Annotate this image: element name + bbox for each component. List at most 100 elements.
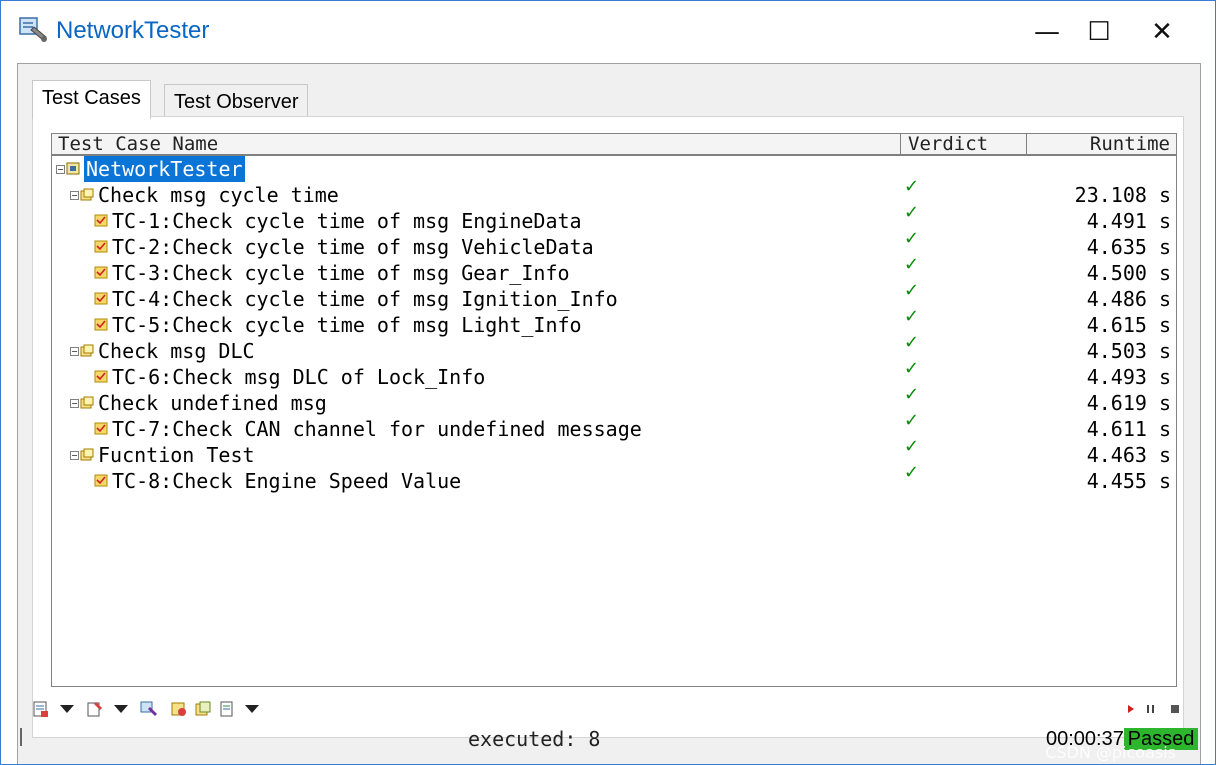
tree-node-label[interactable]: Check msg cycle time	[98, 182, 339, 208]
maximize-button[interactable]: ☐	[1079, 15, 1119, 49]
tree-node-label[interactable]: TC-2:Check cycle time of msg VehicleData	[112, 234, 594, 260]
tree-testcase-row[interactable]: TC-3:Check cycle time of msg Gear_Info ✓ 4…	[52, 254, 1176, 286]
close-button[interactable]: ✕	[1142, 15, 1182, 49]
tree-testcase-row[interactable]: TC-1:Check cycle time of msg EngineData ✓…	[52, 202, 1176, 234]
app-window: NetworkTester — ☐ ✕ Test Cases Test Obse…	[0, 0, 1216, 765]
tab-test-observer[interactable]: Test Observer	[164, 84, 309, 120]
runtime-value: 4.463 s	[1086, 443, 1171, 467]
column-test-case-name[interactable]: Test Case Name	[58, 134, 218, 155]
pause-icon[interactable]	[1142, 700, 1160, 718]
group-stop-icon[interactable]	[170, 700, 188, 718]
tree-group-row[interactable]: − Fucntion Test ✓ 4.463 s	[52, 436, 1176, 468]
column-runtime[interactable]: Runtime	[1090, 134, 1170, 155]
group-copy-icon[interactable]	[194, 700, 212, 718]
play-icon[interactable]	[1122, 700, 1140, 718]
test-case-tree[interactable]: Test Case Name Verdict Runtime − NetworkT…	[51, 133, 1177, 687]
tree-node-label[interactable]: TC-8:Check Engine Speed Value	[112, 468, 461, 494]
window-title: NetworkTester	[56, 17, 210, 44]
watermark: CSDN @picoasis	[1045, 743, 1176, 762]
test-case-icon	[94, 266, 108, 279]
column-divider[interactable]	[900, 134, 901, 154]
test-group-icon	[80, 448, 94, 461]
check-icon: ✓	[904, 332, 920, 353]
check-icon: ✓	[904, 202, 920, 223]
edit-report-icon[interactable]	[86, 700, 104, 718]
tree-testcase-row[interactable]: TC-6:Check msg DLC of Lock_Info ✓ 4.493 s	[52, 358, 1176, 390]
column-header-row: Test Case Name Verdict Runtime	[52, 134, 1176, 156]
tree-node-label[interactable]: TC-4:Check cycle time of msg Ignition_In…	[112, 286, 618, 312]
tree-node-label[interactable]: TC-3:Check cycle time of msg Gear_Info	[112, 260, 570, 286]
test-case-icon	[94, 240, 108, 253]
test-case-icon	[94, 318, 108, 331]
check-icon: ✓	[904, 254, 920, 275]
runtime-value: 4.503 s	[1086, 339, 1171, 363]
tree-node-label[interactable]: Check undefined msg	[98, 390, 327, 416]
minimize-icon: —	[1034, 17, 1060, 47]
expand-collapse-toggle[interactable]: −	[70, 347, 79, 356]
tree-node-label[interactable]: TC-7:Check CAN channel for undefined mes…	[112, 416, 642, 442]
runtime-value: 4.455 s	[1086, 469, 1171, 493]
check-icon: ✓	[904, 358, 920, 379]
test-group-icon	[80, 188, 94, 201]
test-environment-icon	[66, 162, 80, 175]
column-verdict[interactable]: Verdict	[908, 134, 988, 155]
tree-node-label[interactable]: NetworkTester	[84, 156, 245, 182]
test-case-icon	[94, 474, 108, 487]
status-divider	[20, 728, 22, 746]
title-bar: NetworkTester — ☐ ✕	[1, 1, 1215, 63]
check-icon: ✓	[904, 410, 920, 431]
test-case-icon	[94, 214, 108, 227]
client-area: Test Cases Test Observer Test Case Name …	[17, 63, 1201, 764]
minimize-button[interactable]: —	[1027, 15, 1067, 49]
runtime-value: 4.493 s	[1086, 365, 1171, 389]
check-icon: ✓	[904, 462, 920, 483]
tree-node-label[interactable]: Check msg DLC	[98, 338, 255, 364]
status-bar: executed: 8 00:00:37 Passed	[20, 728, 1198, 750]
tree-testcase-row[interactable]: TC-2:Check cycle time of msg VehicleData…	[52, 228, 1176, 260]
check-icon: ✓	[904, 228, 920, 249]
document-icon[interactable]	[218, 700, 236, 718]
report-icon[interactable]	[32, 700, 50, 718]
network-tester-icon	[19, 17, 47, 42]
tree-node-label[interactable]: TC-5:Check cycle time of msg Light_Info	[112, 312, 582, 338]
tree-testcase-row[interactable]: TC-5:Check cycle time of msg Light_Info ✓…	[52, 306, 1176, 338]
chevron-down-icon[interactable]	[60, 705, 74, 713]
test-case-icon	[94, 370, 108, 383]
runtime-value: 4.500 s	[1086, 261, 1171, 285]
maximize-icon: ☐	[1087, 17, 1111, 47]
runtime-value: 4.615 s	[1086, 313, 1171, 337]
check-icon: ✓	[904, 384, 920, 405]
tab-panel: Test Case Name Verdict Runtime − NetworkT…	[32, 116, 1184, 738]
tree-testcase-row[interactable]: TC-8:Check Engine Speed Value ✓ 4.455 s	[52, 462, 1176, 494]
expand-collapse-toggle[interactable]: −	[70, 399, 79, 408]
tree-group-row[interactable]: − Check undefined msg ✓ 4.619 s	[52, 384, 1176, 416]
runtime-value: 4.611 s	[1086, 417, 1171, 441]
runtime-value: 23.108 s	[1074, 183, 1171, 207]
test-unit-icon[interactable]	[140, 700, 158, 718]
tree-root-row[interactable]: − NetworkTester	[52, 156, 1176, 182]
check-icon: ✓	[904, 436, 920, 457]
test-group-icon	[80, 344, 94, 357]
test-group-icon	[80, 396, 94, 409]
expand-collapse-toggle[interactable]: −	[56, 165, 65, 174]
expand-collapse-toggle[interactable]: −	[70, 451, 79, 460]
column-divider[interactable]	[1026, 134, 1027, 154]
tree-testcase-row[interactable]: TC-7:Check CAN channel for undefined mes…	[52, 410, 1176, 442]
tree-node-label[interactable]: Fucntion Test	[98, 442, 255, 468]
stop-icon[interactable]	[1166, 700, 1184, 718]
tree-testcase-row[interactable]: TC-4:Check cycle time of msg Ignition_In…	[52, 280, 1176, 312]
test-case-icon	[94, 292, 108, 305]
tree-node-label[interactable]: TC-6:Check msg DLC of Lock_Info	[112, 364, 485, 390]
chevron-down-icon[interactable]	[114, 705, 128, 713]
chevron-down-icon[interactable]	[245, 705, 259, 713]
tree-group-row[interactable]: − Check msg cycle time ✓ 23.108 s	[52, 176, 1176, 208]
tree-group-row[interactable]: − Check msg DLC ✓ 4.503 s	[52, 332, 1176, 364]
tab-test-cases[interactable]: Test Cases	[32, 80, 151, 119]
tree-node-label[interactable]: TC-1:Check cycle time of msg EngineData	[112, 208, 582, 234]
expand-collapse-toggle[interactable]: −	[70, 191, 79, 200]
runtime-value: 4.635 s	[1086, 235, 1171, 259]
bottom-toolbar	[32, 700, 1192, 722]
check-icon: ✓	[904, 176, 920, 197]
close-icon: ✕	[1151, 17, 1173, 47]
executed-count: executed: 8	[468, 727, 601, 751]
